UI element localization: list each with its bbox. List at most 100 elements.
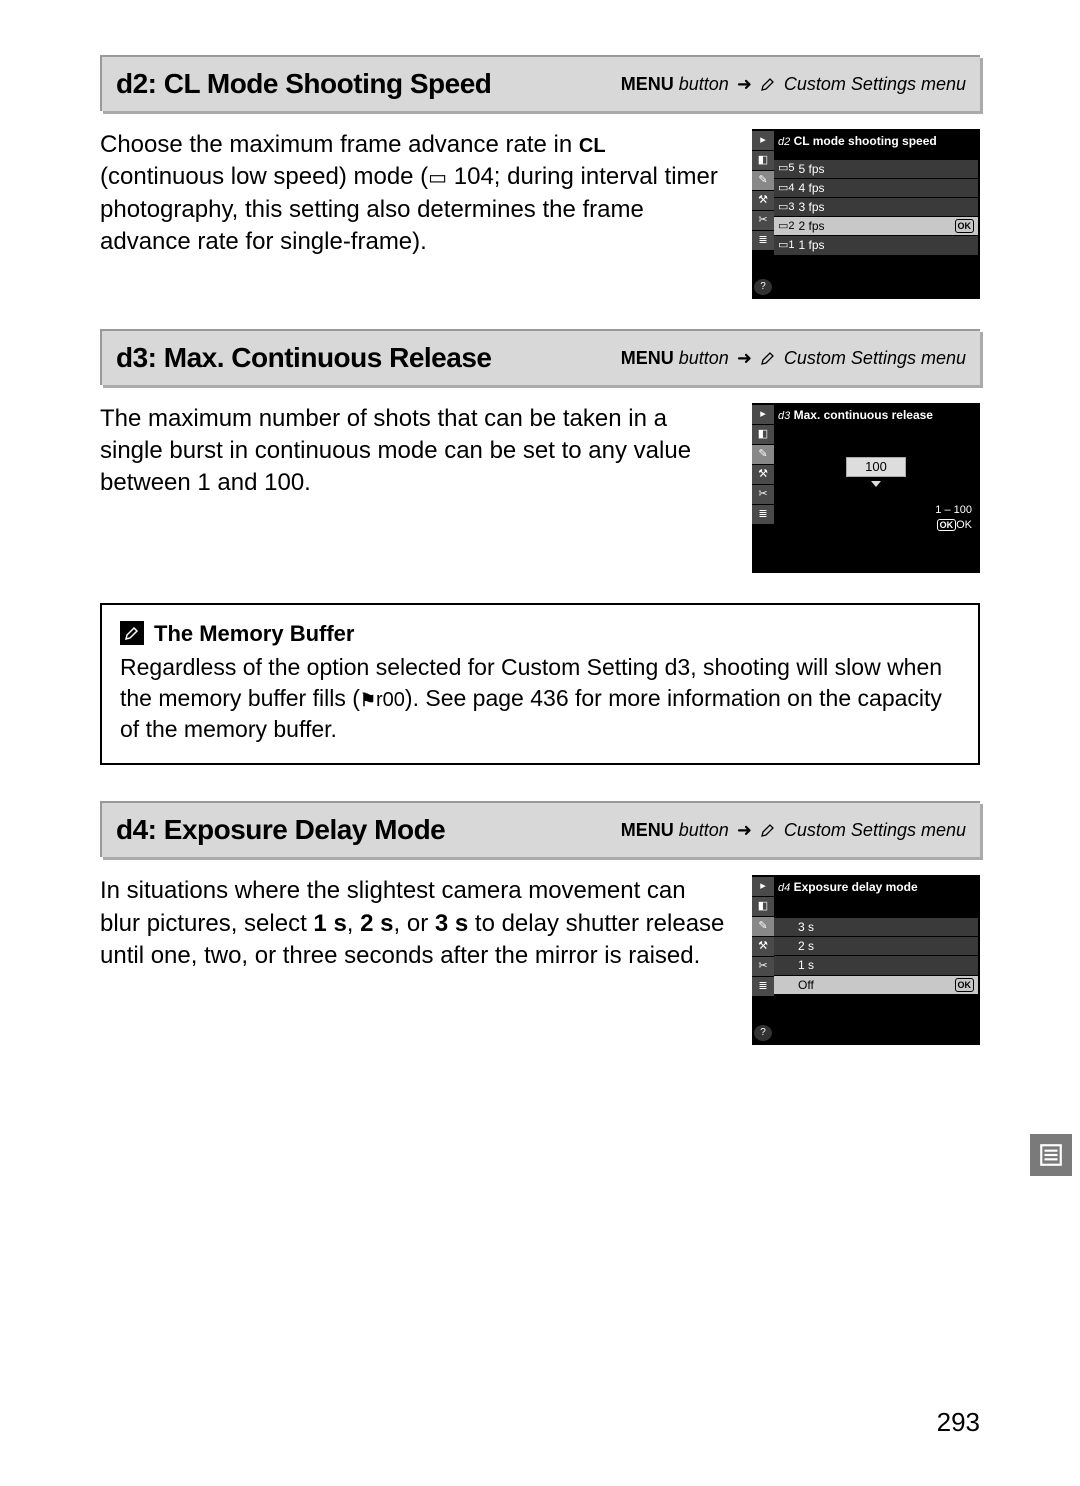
lcd-tab: ⚒ — [752, 937, 774, 956]
lcd-sidebar: ▸ ◧ ✎ ⚒ ✂ ≣ — [752, 403, 774, 573]
lcd-tab: ◧ — [752, 151, 774, 170]
breadcrumb-d4: MENU button ➜ Custom Settings menu — [621, 818, 966, 842]
lcd-option-row: ▭44 fps — [774, 179, 978, 197]
menu-name: Custom Settings menu — [784, 818, 966, 842]
menu-name: Custom Settings menu — [784, 72, 966, 96]
arrow-icon: ➜ — [737, 818, 752, 842]
lcd-ok: OKOK — [774, 518, 978, 533]
lcd-tab: ≣ — [752, 505, 774, 524]
lcd-tab: ▸ — [752, 877, 774, 896]
lcd-tab: ✎ — [752, 171, 774, 190]
lcd-tab: ≣ — [752, 231, 774, 250]
pencil-badge-icon — [120, 621, 144, 645]
d3-para: The maximum number of shots that can be … — [100, 403, 732, 500]
d4-b1: 1 s — [313, 910, 346, 937]
lcd-sidebar: ▸ ◧ ✎ ⚒ ✂ ≣ ? — [752, 129, 774, 299]
arrow-icon: ➜ — [737, 346, 752, 370]
lcd-title: d3 Max. continuous release — [774, 405, 978, 428]
lcd-d3: ▸ ◧ ✎ ⚒ ✂ ≣ d3 Max. continuous release 1… — [752, 403, 980, 573]
lcd-rows: ▭55 fps▭44 fps▭33 fps▭22 fpsOK▭11 fps — [774, 160, 978, 255]
pencil-icon — [760, 76, 776, 92]
section-header-d3: d3: Max. Continuous Release MENU button … — [100, 329, 980, 385]
d2-body: Choose the maximum frame advance rate in… — [100, 129, 980, 299]
d4-text: In situations where the slightest camera… — [100, 875, 732, 1045]
d4-c1: , — [347, 910, 360, 937]
section-header-d4: d4: Exposure Delay Mode MENU button ➜ Cu… — [100, 801, 980, 857]
lcd-option-row: ▭22 fpsOK — [774, 217, 978, 235]
section-title-d2: d2: CL Mode Shooting Speed — [116, 65, 491, 103]
lcd-main: d2 CL mode shooting speed ▭55 fps▭44 fps… — [774, 129, 980, 299]
lcd-main: d4 Exposure delay mode 3 s2 s1 sOffOK — [774, 875, 980, 1045]
lcd-tab: ✎ — [752, 445, 774, 464]
lcd-tab: ◧ — [752, 425, 774, 444]
menu-label: MENU — [621, 820, 674, 840]
breadcrumb-d2: MENU button ➜ Custom Settings menu — [621, 72, 966, 96]
arrow-icon: ➜ — [737, 72, 752, 96]
help-icon: ? — [754, 1025, 772, 1041]
lcd-tab: ◧ — [752, 897, 774, 916]
lcd-range: 1 – 100 — [774, 503, 978, 518]
note-memory-buffer: The Memory Buffer Regardless of the opti… — [100, 603, 980, 766]
flag-icon: ⚑ — [360, 690, 376, 710]
lcd-prefix: d3 — [778, 410, 790, 422]
lcd-tab: ⚒ — [752, 465, 774, 484]
lcd-d2: ▸ ◧ ✎ ⚒ ✂ ≣ ? d2 CL mode shooting speed … — [752, 129, 980, 299]
lcd-value: 100 — [846, 457, 906, 477]
lcd-tab: ▸ — [752, 405, 774, 424]
help-icon: ? — [754, 279, 772, 295]
d3-body: The maximum number of shots that can be … — [100, 403, 980, 573]
page-number: 293 — [937, 1405, 980, 1440]
menu-name: Custom Settings menu — [784, 346, 966, 370]
ok-badge: OK — [937, 519, 957, 531]
ok-text: OK — [956, 519, 972, 531]
note-r00: r00 — [376, 689, 405, 711]
note-title-text: The Memory Buffer — [154, 619, 354, 649]
section-title-d3: d3: Max. Continuous Release — [116, 339, 491, 377]
lcd-tab: ✂ — [752, 485, 774, 504]
lcd-tab: ✂ — [752, 957, 774, 976]
note-text: Regardless of the option selected for Cu… — [120, 652, 960, 745]
lcd-tab: ✂ — [752, 211, 774, 230]
d4-b2: 2 s — [360, 910, 393, 937]
lcd-option-row: 2 s — [774, 937, 978, 955]
lcd-option-row: ▭11 fps — [774, 236, 978, 254]
d3-text: The maximum number of shots that can be … — [100, 403, 732, 573]
d4-c2: , or — [394, 910, 435, 937]
menu-label: MENU — [621, 74, 674, 94]
breadcrumb-d3: MENU button ➜ Custom Settings menu — [621, 346, 966, 370]
note-title: The Memory Buffer — [120, 619, 960, 649]
d2-text-2: (continuous low speed) mode ( — [100, 163, 428, 190]
triangle-down-icon — [871, 481, 881, 487]
d2-text: Choose the maximum frame advance rate in… — [100, 129, 732, 299]
page-section-badge — [1030, 1134, 1072, 1176]
lcd-option-row: OffOK — [774, 976, 978, 994]
lcd-main: d3 Max. continuous release 100 1 – 100 O… — [774, 403, 980, 573]
menu-label: MENU — [621, 348, 674, 368]
d4-body: In situations where the slightest camera… — [100, 875, 980, 1045]
lcd-prefix: d2 — [778, 136, 790, 148]
lcd-title-text: Max. continuous release — [794, 408, 933, 422]
lcd-sidebar: ▸ ◧ ✎ ⚒ ✂ ≣ ? — [752, 875, 774, 1045]
pencil-icon — [760, 350, 776, 366]
lcd-title: d4 Exposure delay mode — [774, 877, 978, 900]
lcd-tab: ≣ — [752, 977, 774, 996]
button-word: button — [679, 820, 729, 840]
lcd-title-text: Exposure delay mode — [794, 880, 918, 894]
button-word: button — [679, 348, 729, 368]
lcd-tab: ▸ — [752, 131, 774, 150]
lcd-tab: ✎ — [752, 917, 774, 936]
section-title-d4: d4: Exposure Delay Mode — [116, 811, 445, 849]
lcd-option-row: ▭55 fps — [774, 160, 978, 178]
cl-label: CL — [579, 135, 606, 157]
lcd-prefix: d4 — [778, 882, 790, 894]
button-word: button — [679, 74, 729, 94]
lcd-d4: ▸ ◧ ✎ ⚒ ✂ ≣ ? d4 Exposure delay mode 3 s… — [752, 875, 980, 1045]
book-icon: ▭ — [428, 167, 447, 189]
d4-b3: 3 s — [435, 910, 468, 937]
lcd-option-row: 3 s — [774, 918, 978, 936]
lcd-title-text: CL mode shooting speed — [794, 134, 937, 148]
lcd-title: d2 CL mode shooting speed — [774, 131, 978, 154]
lcd-rows: 3 s2 s1 sOffOK — [774, 918, 978, 994]
lcd-tab: ⚒ — [752, 191, 774, 210]
section-header-d2: d2: CL Mode Shooting Speed MENU button ➜… — [100, 55, 980, 111]
